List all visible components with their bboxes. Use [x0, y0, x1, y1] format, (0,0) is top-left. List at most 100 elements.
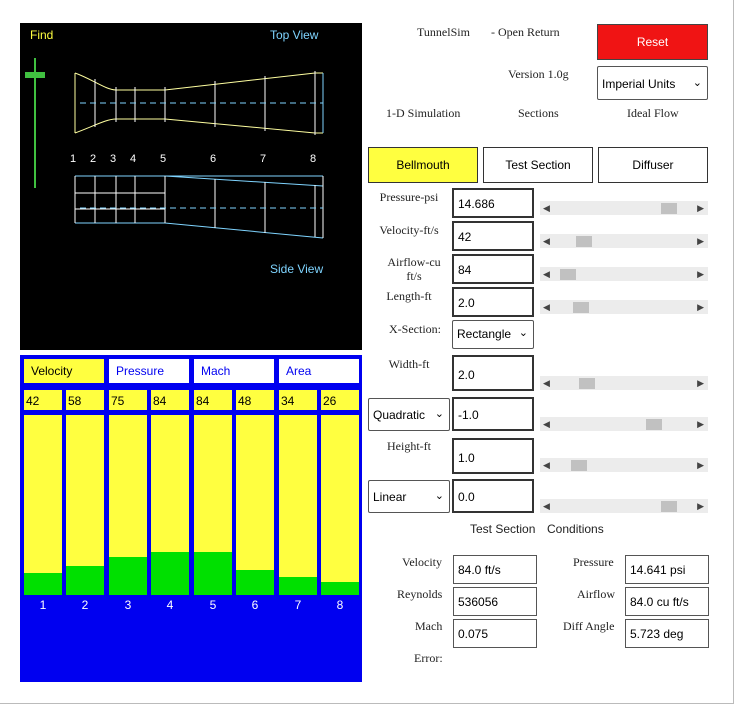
gauge-column: [151, 415, 189, 595]
left-arrow-icon[interactable]: ◀: [543, 417, 550, 431]
gauge-tab-pressure[interactable]: Pressure: [109, 359, 189, 383]
slider-thumb[interactable]: [660, 203, 677, 214]
height-shape-slider[interactable]: ◀ ▶: [540, 499, 708, 513]
length-input[interactable]: 2.0: [452, 287, 534, 317]
station-label: 5: [160, 153, 167, 165]
width-shape-input[interactable]: -1.0: [452, 397, 534, 431]
right-arrow-icon[interactable]: ▶: [697, 267, 704, 281]
tunnel-drawing: [25, 58, 324, 239]
sections-label: Sections: [518, 106, 559, 120]
side-view-tunnel: [74, 175, 324, 239]
tab-bellmouth[interactable]: Bellmouth: [368, 147, 478, 183]
left-arrow-icon[interactable]: ◀: [543, 499, 550, 513]
slider-thumb[interactable]: [560, 269, 577, 280]
xsection-select[interactable]: Rectangle ⌄: [452, 320, 534, 349]
pressure-slider[interactable]: ◀ ▶: [540, 201, 708, 215]
gauge-index: 5: [209, 598, 217, 612]
station-label: 6: [210, 153, 217, 165]
gauge-index: 6: [251, 598, 259, 612]
right-arrow-icon[interactable]: ▶: [697, 458, 704, 472]
conditions-heading-right: Conditions: [547, 522, 604, 536]
left-arrow-icon[interactable]: ◀: [543, 300, 550, 314]
slider-thumb[interactable]: [571, 460, 588, 471]
gauge-column: [236, 415, 274, 595]
gauge-index: 1: [39, 598, 47, 612]
version-label: Version 1.0g: [508, 67, 569, 81]
length-slider[interactable]: ◀ ▶: [540, 300, 708, 314]
top-view-tunnel: [74, 71, 324, 135]
left-arrow-icon[interactable]: ◀: [543, 267, 550, 281]
pressure-input[interactable]: 14.686: [452, 188, 534, 218]
right-arrow-icon[interactable]: ▶: [697, 300, 704, 314]
chevron-down-icon: ⌄: [692, 77, 702, 89]
units-select[interactable]: Imperial Units ⌄: [597, 66, 708, 100]
gauge-index: 4: [166, 598, 174, 612]
cond-velocity-value: 84.0 ft/s: [453, 555, 537, 584]
left-arrow-icon[interactable]: ◀: [543, 201, 550, 215]
width-shape-value: Quadratic: [373, 408, 426, 422]
cond-pressure-value: 14.641 psi: [625, 555, 709, 584]
gauge-column: [24, 415, 62, 595]
length-label: Length-ft: [386, 289, 432, 303]
gauge-column: [66, 415, 104, 595]
slider-thumb[interactable]: [660, 501, 677, 512]
height-shape-select[interactable]: Linear ⌄: [368, 480, 450, 513]
gauge-value: 34: [279, 390, 317, 410]
width-label: Width-ft: [388, 357, 430, 371]
ideal-flow-label: Ideal Flow: [627, 106, 679, 120]
gauge-column: [194, 415, 232, 595]
height-slider[interactable]: ◀ ▶: [540, 458, 708, 472]
airflow-label: Airflow-cu ft/s: [387, 255, 441, 283]
height-input[interactable]: 1.0: [452, 438, 534, 474]
tab-test-section[interactable]: Test Section: [483, 147, 593, 183]
slider-thumb[interactable]: [578, 378, 595, 389]
width-slider[interactable]: ◀ ▶: [540, 376, 708, 390]
airflow-input[interactable]: 84: [452, 254, 534, 284]
left-arrow-icon[interactable]: ◀: [543, 376, 550, 390]
cond-mach-label: Mach: [415, 619, 443, 633]
right-arrow-icon[interactable]: ▶: [697, 499, 704, 513]
cond-reynolds-label: Reynolds: [397, 587, 443, 601]
gauge-tab-area[interactable]: Area: [279, 359, 359, 383]
xsection-label: X-Section:: [389, 322, 441, 336]
width-shape-slider[interactable]: ◀ ▶: [540, 417, 708, 431]
velocity-label: Velocity-ft/s: [379, 223, 439, 237]
cond-diff-angle-label: Diff Angle: [563, 619, 615, 633]
gauge-column: [321, 415, 359, 595]
cond-airflow-label: Airflow: [577, 587, 615, 601]
units-select-value: Imperial Units: [602, 77, 676, 91]
gauge-panel: Velocity Pressure Mach Area 42 58 75 84 …: [20, 355, 362, 682]
gauge-bar: [321, 582, 359, 595]
gauge-value: 48: [236, 390, 274, 410]
station-label: 7: [260, 153, 267, 165]
chevron-down-icon: ⌄: [434, 408, 444, 420]
right-arrow-icon[interactable]: ▶: [697, 417, 704, 431]
reset-button[interactable]: Reset: [597, 24, 708, 60]
velocity-slider[interactable]: ◀ ▶: [540, 234, 708, 248]
left-arrow-icon[interactable]: ◀: [543, 458, 550, 472]
gauge-tab-velocity[interactable]: Velocity: [24, 359, 104, 383]
velocity-input[interactable]: 42: [452, 221, 534, 251]
station-numbers: 1 2 3 4 5 6 7 8: [20, 153, 362, 167]
width-shape-select[interactable]: Quadratic ⌄: [368, 398, 450, 431]
gauge-value: 58: [66, 390, 104, 410]
error-label: Error:: [414, 651, 443, 665]
chevron-down-icon: ⌄: [434, 490, 444, 502]
left-arrow-icon[interactable]: ◀: [543, 234, 550, 248]
gauge-index: 3: [124, 598, 132, 612]
gauge-bar: [279, 577, 317, 595]
height-shape-input[interactable]: 0.0: [452, 479, 534, 513]
gauge-tab-mach[interactable]: Mach: [194, 359, 274, 383]
gauge-index: 8: [336, 598, 344, 612]
slider-thumb[interactable]: [572, 302, 589, 313]
cond-pressure-label: Pressure: [573, 555, 614, 569]
width-input[interactable]: 2.0: [452, 355, 534, 391]
right-arrow-icon[interactable]: ▶: [697, 201, 704, 215]
zoom-handle[interactable]: [25, 72, 45, 78]
airflow-slider[interactable]: ◀ ▶: [540, 267, 708, 281]
slider-thumb[interactable]: [645, 419, 662, 430]
slider-thumb[interactable]: [576, 236, 593, 247]
right-arrow-icon[interactable]: ▶: [697, 376, 704, 390]
right-arrow-icon[interactable]: ▶: [697, 234, 704, 248]
tab-diffuser[interactable]: Diffuser: [598, 147, 708, 183]
